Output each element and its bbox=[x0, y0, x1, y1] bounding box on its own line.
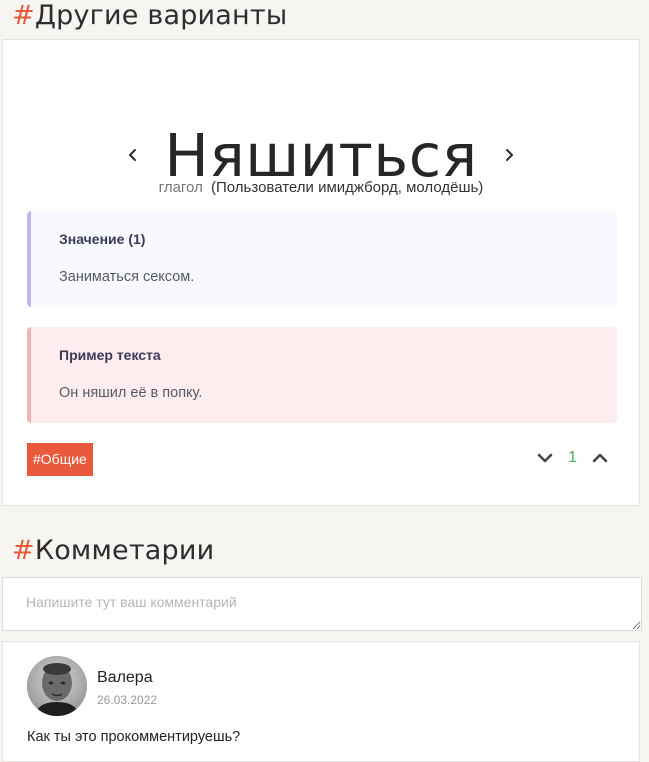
title-hash: # bbox=[12, 0, 35, 31]
title-hash: # bbox=[12, 535, 35, 566]
comment-input[interactable] bbox=[2, 577, 642, 631]
chevron-left-icon[interactable] bbox=[120, 142, 146, 168]
comments-title: #Комметарии bbox=[12, 537, 214, 564]
word-title: Няшиться bbox=[164, 120, 478, 190]
word-card: Няшиться глагол (Пользователи имиджборд,… bbox=[2, 39, 640, 506]
comment-card: Валера 26.03.2022 Как ты это прокомменти… bbox=[2, 641, 640, 762]
title-text: Комметарии bbox=[34, 535, 215, 566]
comment-text: Как ты это прокомментируешь? bbox=[27, 729, 241, 745]
category-tag[interactable]: #Общие bbox=[27, 443, 93, 476]
chevron-up-icon[interactable] bbox=[589, 447, 611, 469]
title-text: Другие варианты bbox=[34, 0, 288, 31]
vote-count: 1 bbox=[568, 449, 577, 466]
example-text: Он няшил её в попку. bbox=[59, 385, 203, 401]
comment-date: 26.03.2022 bbox=[97, 693, 158, 707]
meaning-block: Значение (1) Заниматься сексом. bbox=[27, 211, 617, 307]
part-of-speech: глагол bbox=[158, 179, 203, 196]
other-variants-title: #Другие варианты bbox=[12, 2, 287, 29]
meaning-heading: Значение (1) bbox=[59, 231, 146, 247]
word-authors: (Пользователи имиджборд, молодёшь) bbox=[211, 179, 484, 196]
vote-controls: 1 bbox=[534, 445, 611, 471]
comment-author: Валера bbox=[97, 669, 153, 686]
avatar bbox=[27, 656, 87, 716]
meaning-text: Заниматься сексом. bbox=[59, 269, 195, 285]
word-meta: глагол (Пользователи имиджборд, молодёшь… bbox=[3, 179, 639, 196]
example-heading: Пример текста bbox=[59, 347, 161, 363]
chevron-down-icon[interactable] bbox=[534, 447, 556, 469]
chevron-right-icon[interactable] bbox=[496, 142, 522, 168]
example-block: Пример текста Он няшил её в попку. bbox=[27, 327, 617, 423]
